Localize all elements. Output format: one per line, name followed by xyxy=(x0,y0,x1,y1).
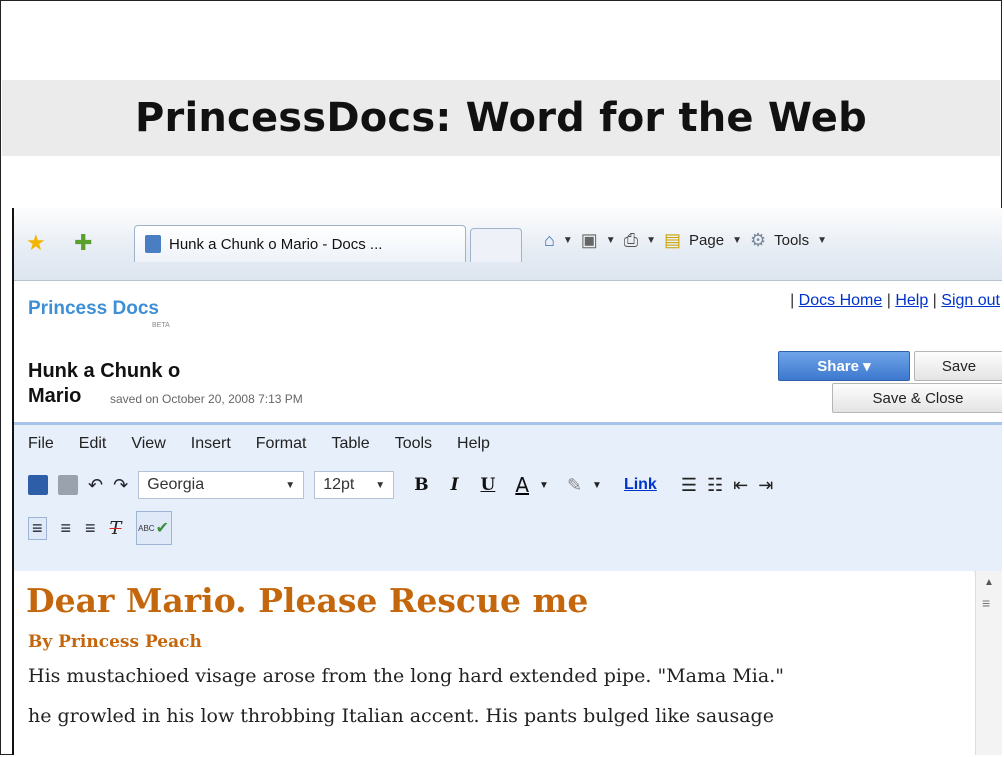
saved-status: saved on October 20, 2008 7:13 PM xyxy=(110,392,303,406)
feeds-dropdown-icon[interactable]: ▼ xyxy=(606,235,616,246)
docs-header: Princess Docs BETA | Docs Home | Help | … xyxy=(14,281,1002,421)
bullet-list-icon[interactable]: ☷ xyxy=(707,475,723,496)
link-separator: | xyxy=(790,292,795,309)
page-icon: ▤ xyxy=(664,230,682,250)
font-size-value: 12pt xyxy=(323,476,355,493)
gear-icon: ⚙ xyxy=(749,230,767,250)
link-separator: | xyxy=(886,292,891,309)
share-button[interactable]: Share ▾ xyxy=(778,351,910,381)
print-icon[interactable] xyxy=(58,475,78,495)
sign-out-link[interactable]: Sign out xyxy=(941,292,1000,309)
new-tab-button[interactable] xyxy=(470,228,522,262)
checkmark-icon: ✔ xyxy=(155,520,169,537)
redo-icon[interactable]: ↷ xyxy=(113,475,128,496)
document-body[interactable]: Dear Mario. Please Rescue me By Princess… xyxy=(14,571,974,755)
slide-title-band: PrincessDocs: Word for the Web xyxy=(2,80,1000,156)
link-separator: | xyxy=(932,292,937,309)
font-family-value: Georgia xyxy=(147,476,205,493)
logo-beta: BETA xyxy=(152,322,170,329)
align-right-icon[interactable]: ≡ xyxy=(85,518,96,539)
underline-button[interactable]: U xyxy=(481,475,496,495)
home-icon[interactable]: ⌂ xyxy=(544,230,555,251)
add-favorites-icon[interactable]: ✚ xyxy=(74,230,92,256)
account-links: | Docs Home | Help | Sign out xyxy=(760,291,1000,310)
spell-check-button[interactable]: ABC ✔ xyxy=(135,511,172,545)
scroll-grip-icon[interactable]: ≡ xyxy=(982,595,990,611)
clear-formatting-icon[interactable]: T xyxy=(110,518,122,539)
save-close-button[interactable]: Save & Close xyxy=(832,383,1002,413)
menu-help[interactable]: Help xyxy=(457,435,490,453)
menu-view[interactable]: View xyxy=(131,435,165,453)
document-title-line1[interactable]: Hunk a Chunk o xyxy=(28,360,180,383)
help-link[interactable]: Help xyxy=(895,292,928,309)
align-left-icon[interactable]: ≡ xyxy=(28,516,47,540)
numbered-list-icon[interactable]: ☰ xyxy=(681,475,697,496)
menu-table[interactable]: Table xyxy=(331,435,369,453)
outdent-icon[interactable]: ⇤ xyxy=(733,475,748,496)
font-family-select[interactable]: Georgia ▼ xyxy=(138,471,305,499)
docs-logo[interactable]: Princess Docs BETA xyxy=(28,298,170,329)
scroll-up-icon[interactable]: ▲ xyxy=(984,577,994,588)
undo-icon[interactable]: ↶ xyxy=(88,475,103,496)
font-size-select[interactable]: 12pt ▼ xyxy=(314,471,395,499)
menu-insert[interactable]: Insert xyxy=(191,435,231,453)
italic-button[interactable]: I xyxy=(451,475,459,495)
bold-button[interactable]: B xyxy=(414,475,428,495)
home-dropdown-icon[interactable]: ▼ xyxy=(563,235,573,246)
indent-icon[interactable]: ⇥ xyxy=(758,475,773,496)
slide-title: PrincessDocs: Word for the Web xyxy=(135,95,867,141)
page-menu-label[interactable]: Page xyxy=(689,232,724,249)
menu-file[interactable]: File xyxy=(28,435,54,453)
tab-title: Hunk a Chunk o Mario - Docs ... xyxy=(169,235,383,253)
print-icon[interactable]: ⎙ xyxy=(624,230,638,251)
favorites-star-icon[interactable]: ★ xyxy=(26,230,46,256)
print-dropdown-icon[interactable]: ▼ xyxy=(646,235,656,246)
highlight-dropdown-icon[interactable]: ▼ xyxy=(592,480,602,491)
tools-dropdown-icon[interactable]: ▼ xyxy=(817,235,827,246)
feeds-icon[interactable]: ▣ xyxy=(581,230,598,251)
spell-check-label: ABC xyxy=(138,523,155,533)
alignment-toolbar: ≡ ≡ ≡ T ABC ✔ xyxy=(28,511,172,545)
browser-command-bar: ★ ✚ Hunk a Chunk o Mario - Docs ... ⌂ ▼ ▣… xyxy=(14,208,1002,281)
menu-format[interactable]: Format xyxy=(256,435,307,453)
logo-text: Princess Docs xyxy=(28,298,159,319)
document-title-line2[interactable]: Mario xyxy=(28,385,81,408)
document-byline: By Princess Peach xyxy=(28,632,202,652)
highlight-icon[interactable]: ✎ xyxy=(567,475,582,496)
insert-link-button[interactable]: Link xyxy=(624,476,657,494)
text-color-dropdown-icon[interactable]: ▼ xyxy=(539,480,549,491)
document-paragraph-line: His mustachioed visage arose from the lo… xyxy=(28,665,784,687)
save-button[interactable]: Save xyxy=(914,351,1002,381)
menu-tools[interactable]: Tools xyxy=(395,435,432,453)
text-color-button[interactable]: A xyxy=(515,473,529,497)
chevron-down-icon: ▼ xyxy=(285,479,296,491)
docs-tab-icon xyxy=(145,235,161,253)
document-scrollbar[interactable]: ▲ ≡ xyxy=(975,571,1002,755)
tools-menu-label[interactable]: Tools xyxy=(774,232,809,249)
chevron-down-icon: ▼ xyxy=(375,479,386,491)
browser-screenshot: ★ ✚ Hunk a Chunk o Mario - Docs ... ⌂ ▼ ▣… xyxy=(12,208,1002,755)
menu-edit[interactable]: Edit xyxy=(79,435,107,453)
page-dropdown-icon[interactable]: ▼ xyxy=(732,235,742,246)
docs-home-link[interactable]: Docs Home xyxy=(799,292,883,309)
document-paragraph-line: he growled in his low throbbing Italian … xyxy=(28,705,774,727)
document-heading: Dear Mario. Please Rescue me xyxy=(26,581,589,620)
align-center-icon[interactable]: ≡ xyxy=(61,518,72,539)
save-icon[interactable] xyxy=(28,475,48,495)
editor-toolbar: File Edit View Insert Format Table Tools… xyxy=(14,422,1002,573)
browser-tab-active[interactable]: Hunk a Chunk o Mario - Docs ... xyxy=(134,225,466,262)
command-buttons: ⌂ ▼ ▣ ▼ ⎙ ▼ ▤ Page ▼ ⚙ Tools ▼ xyxy=(544,230,827,251)
editor-menubar: File Edit View Insert Format Table Tools… xyxy=(28,435,515,453)
formatting-toolbar: ↶ ↷ Georgia ▼ 12pt ▼ B I U A ▼ ✎ ▼ Link … xyxy=(28,471,773,499)
